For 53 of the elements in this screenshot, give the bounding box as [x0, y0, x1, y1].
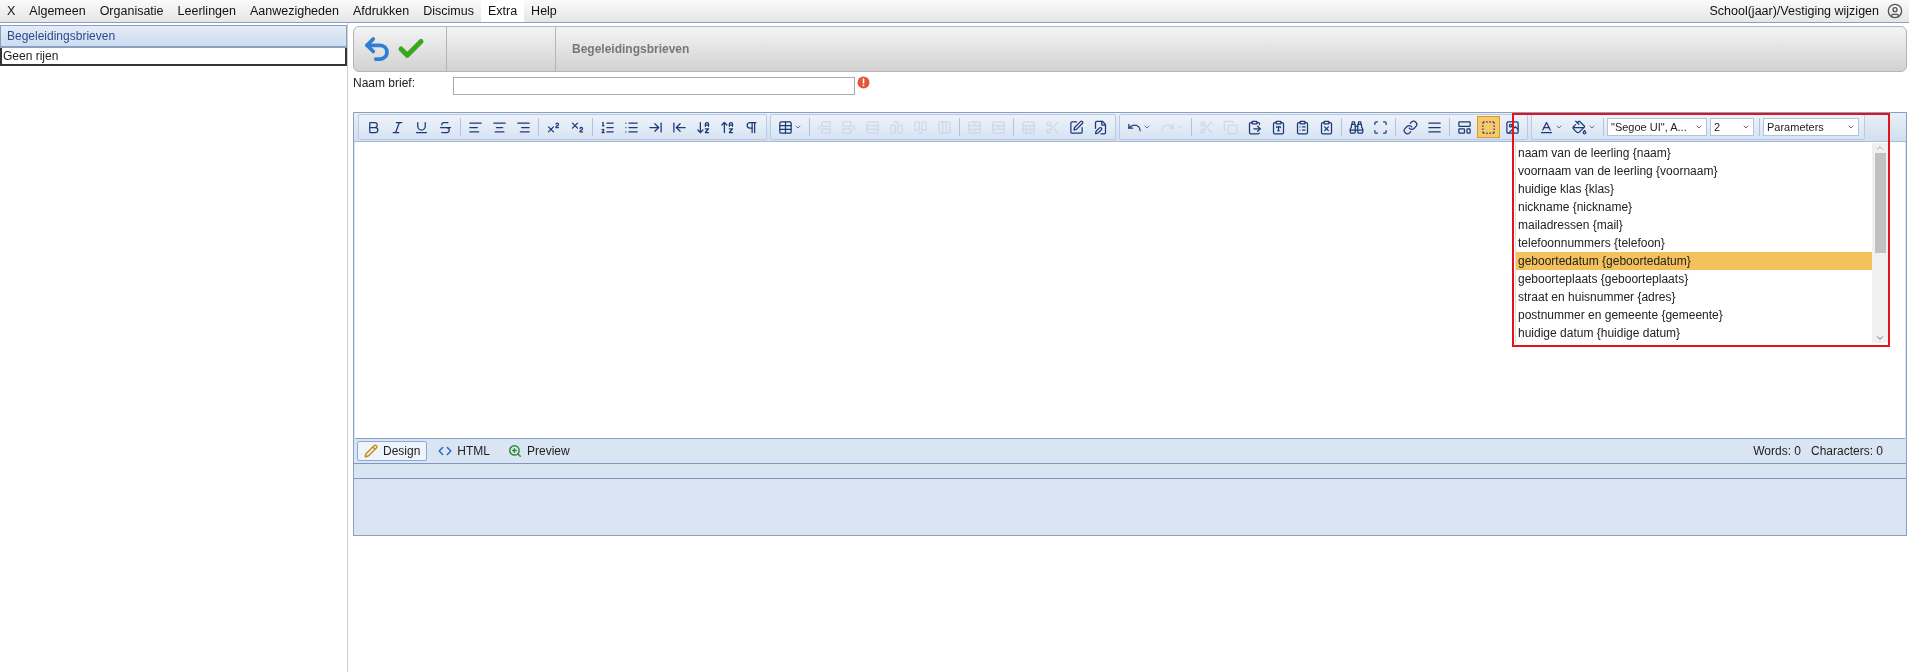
change-school-link[interactable]: School(jaar)/Vestiging wijzigen	[1709, 4, 1879, 18]
menu-item[interactable]: Leerlingen	[170, 0, 243, 22]
page-title: Begeleidingsbrieven	[571, 41, 690, 58]
menu-item[interactable]: Discimus	[416, 0, 481, 22]
code-icon	[438, 444, 453, 458]
mode-tab[interactable]: HTML	[431, 441, 498, 461]
parameter-option[interactable]: telefoonnummers {telefoon}	[1516, 234, 1872, 252]
menu-item[interactable]: X	[0, 0, 23, 22]
scrollbar-thumb[interactable]	[1874, 153, 1886, 253]
caret-icon	[1588, 123, 1596, 131]
font-color-icon	[1539, 119, 1554, 135]
parameter-option[interactable]: huidige datum {huidige datum}	[1516, 324, 1872, 342]
caret-icon	[1555, 123, 1563, 131]
parameter-option[interactable]: naam van de leerling {naam}	[1516, 144, 1872, 162]
undo-arrow-icon	[362, 34, 392, 64]
parameter-option[interactable]: geboortedatum {geboortedatum}	[1516, 252, 1872, 270]
menu-item[interactable]: Algemeen	[22, 0, 93, 22]
field-label: Naam brief:	[353, 76, 417, 90]
parameter-option[interactable]: geboorteplaats {geboorteplaats}	[1516, 270, 1872, 288]
parameter-option[interactable]: nickname {nickname}	[1516, 198, 1872, 216]
size-select[interactable]: 2	[1710, 118, 1754, 136]
back-button[interactable]	[362, 34, 392, 64]
user-icon[interactable]	[1887, 3, 1903, 19]
caret-icon	[1847, 123, 1855, 131]
empty-message: Geen rijen	[0, 48, 347, 66]
caret-icon	[794, 123, 802, 131]
word-count: Words: 0	[1753, 444, 1801, 458]
character-count: Characters: 0	[1810, 444, 1883, 458]
scroll-down-icon[interactable]	[1875, 333, 1885, 343]
caret-icon	[1176, 123, 1184, 131]
caret-icon	[1742, 123, 1750, 131]
paint-bucket-icon	[1572, 119, 1587, 135]
name-input-field[interactable]	[453, 77, 855, 95]
parameter-option[interactable]: mailadressen {mail}	[1516, 216, 1872, 234]
parameter-option[interactable]: straat en huisnummer {adres}	[1516, 288, 1872, 306]
pencil-icon	[364, 444, 378, 458]
font-select[interactable]: "Segoe UI", A...	[1607, 118, 1707, 136]
menu-item[interactable]: Afdrukken	[345, 0, 417, 22]
parameter-option[interactable]: voornaam van de leerling {voornaam}	[1516, 162, 1872, 180]
scrollbar[interactable]	[1872, 143, 1888, 343]
parameter-option[interactable]: huidige klas {klas}	[1516, 180, 1872, 198]
parameter-option[interactable]: postnummer en gemeente {gemeente}	[1516, 306, 1872, 324]
caret-icon	[1143, 123, 1151, 131]
mode-tab[interactable]: Preview	[501, 441, 577, 461]
magnifier-icon	[508, 444, 523, 458]
menu-item[interactable]: Organisatie	[92, 0, 171, 22]
menu-item[interactable]: Help	[524, 0, 564, 22]
menu-item[interactable]: Aanwezigheden	[242, 0, 346, 22]
menu-item[interactable]: Extra	[480, 0, 525, 22]
parameters-select[interactable]: Parameters	[1763, 118, 1859, 136]
caret-icon	[1695, 123, 1703, 131]
mode-tab[interactable]: Design	[357, 441, 428, 461]
list-header: Begeleidingsbrieven	[0, 25, 347, 48]
